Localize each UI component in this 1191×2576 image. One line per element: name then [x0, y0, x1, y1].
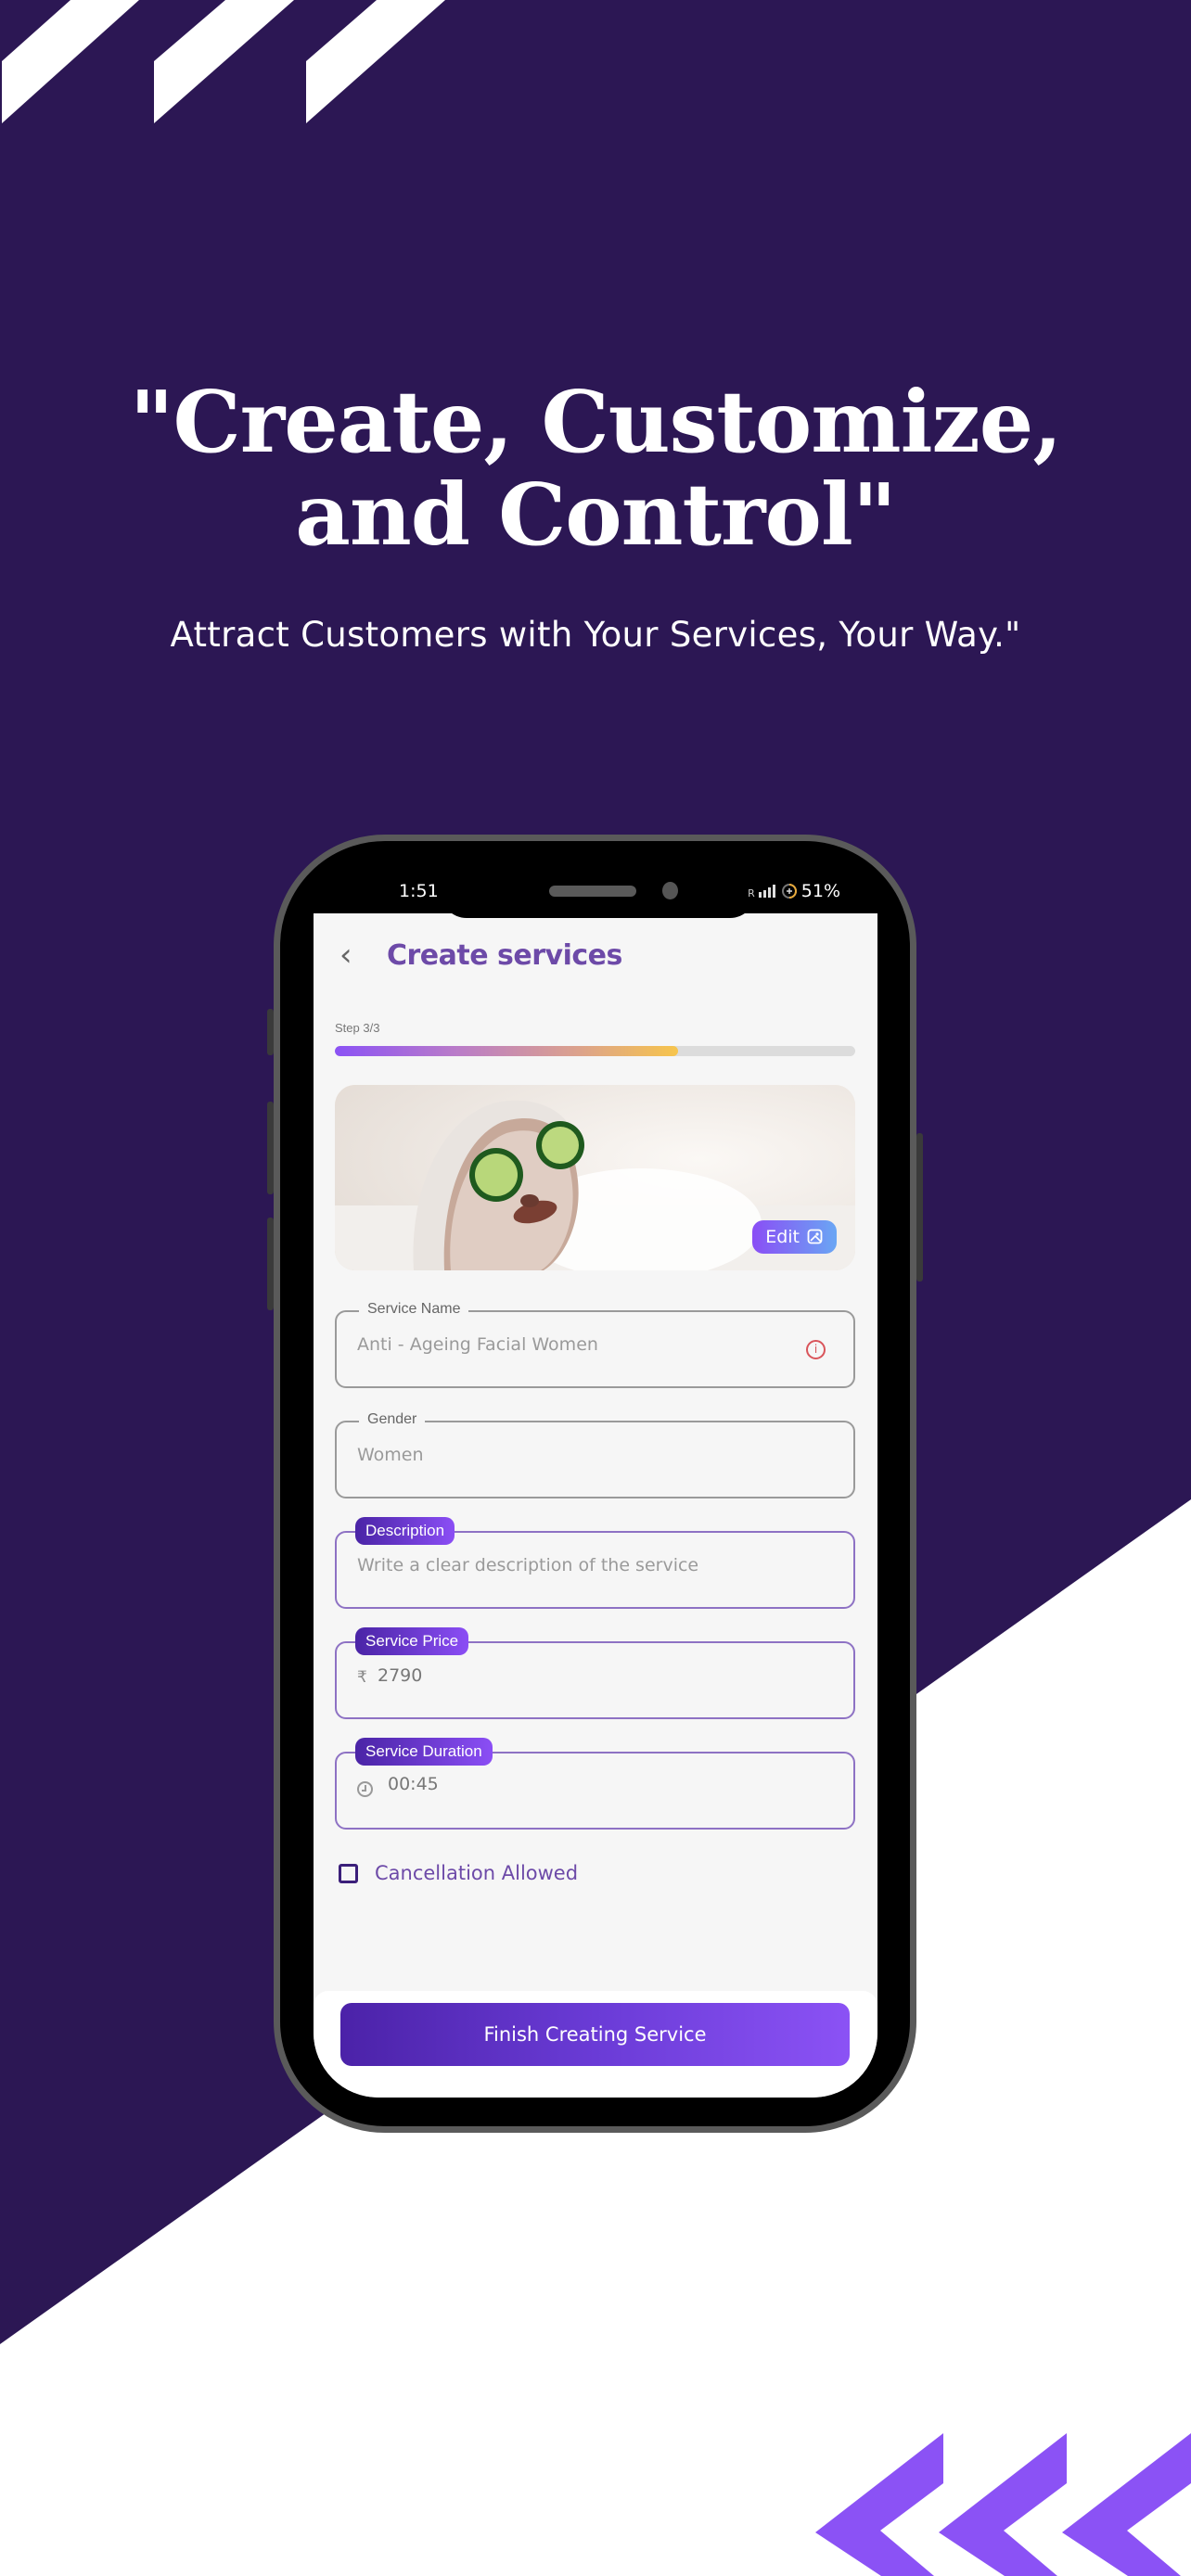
edit-image-button[interactable]: Edit [752, 1220, 837, 1254]
image-edit-icon [807, 1229, 823, 1244]
service-price-value: 2790 [378, 1665, 423, 1686]
service-price-label: Service Price [355, 1627, 469, 1655]
gender-value: Women [357, 1445, 424, 1465]
cancellation-row[interactable]: Cancellation Allowed [339, 1862, 578, 1884]
chevron-left-icon[interactable]: ‹ [339, 939, 362, 971]
cancellation-label: Cancellation Allowed [375, 1862, 579, 1884]
edit-label: Edit [765, 1227, 800, 1247]
app-bar: ‹ Create services [314, 913, 877, 1006]
app-screen: ‹ Create services Step 3/3 Edit Service … [314, 913, 877, 2098]
gender-label: Gender [359, 1411, 426, 1428]
bottom-action-bar: Finish Creating Service [314, 1991, 877, 2098]
service-image: Edit [335, 1085, 855, 1270]
rupee-icon: ₹ [357, 1668, 367, 1686]
status-time: 1:51 [399, 881, 439, 901]
marketing-headline: "Create, Customize, and Control" [0, 376, 1191, 561]
finish-creating-service-button[interactable]: Finish Creating Service [340, 2003, 850, 2066]
signal-icon [758, 885, 775, 898]
description-field[interactable]: Description Write a clear description of… [335, 1517, 855, 1609]
roaming-indicator: R [748, 887, 755, 899]
clock-icon [357, 1781, 373, 1797]
headline-line-1: "Create, Customize, [129, 372, 1063, 472]
volume-button [267, 1009, 274, 1055]
battery-saver-icon [781, 884, 797, 899]
progress-fill [335, 1046, 679, 1056]
gender-field[interactable]: Gender Women [335, 1411, 855, 1498]
cancellation-checkbox[interactable] [339, 1863, 358, 1883]
service-duration-value: 00:45 [388, 1774, 439, 1794]
service-price-field[interactable]: Service Price ₹ 2790 [335, 1627, 855, 1719]
service-duration-label: Service Duration [355, 1738, 493, 1766]
service-name-label: Service Name [359, 1301, 469, 1318]
volume-up-button [267, 1102, 274, 1194]
description-label: Description [355, 1517, 455, 1545]
service-name-value: Anti - Ageing Facial Women [357, 1334, 598, 1355]
service-duration-field[interactable]: Service Duration 00:45 [335, 1738, 855, 1830]
headline-line-2: and Control" [295, 465, 897, 565]
service-name-field[interactable]: Service Name Anti - Ageing Facial Women … [335, 1301, 855, 1388]
battery-level: 51% [800, 881, 840, 901]
marketing-subheadline: Attract Customers with Your Services, Yo… [170, 615, 1021, 655]
description-placeholder: Write a clear description of the service [357, 1555, 699, 1575]
progress-bar [335, 1046, 855, 1056]
step-indicator: Step 3/3 [335, 1021, 380, 1035]
status-indicators: R 51% [748, 881, 840, 901]
info-icon[interactable]: i [806, 1340, 826, 1359]
page-title: Create services [387, 939, 622, 972]
volume-down-button [267, 1218, 274, 1310]
status-bar: 1:51 R 51% [314, 872, 877, 909]
power-button [916, 1133, 923, 1282]
